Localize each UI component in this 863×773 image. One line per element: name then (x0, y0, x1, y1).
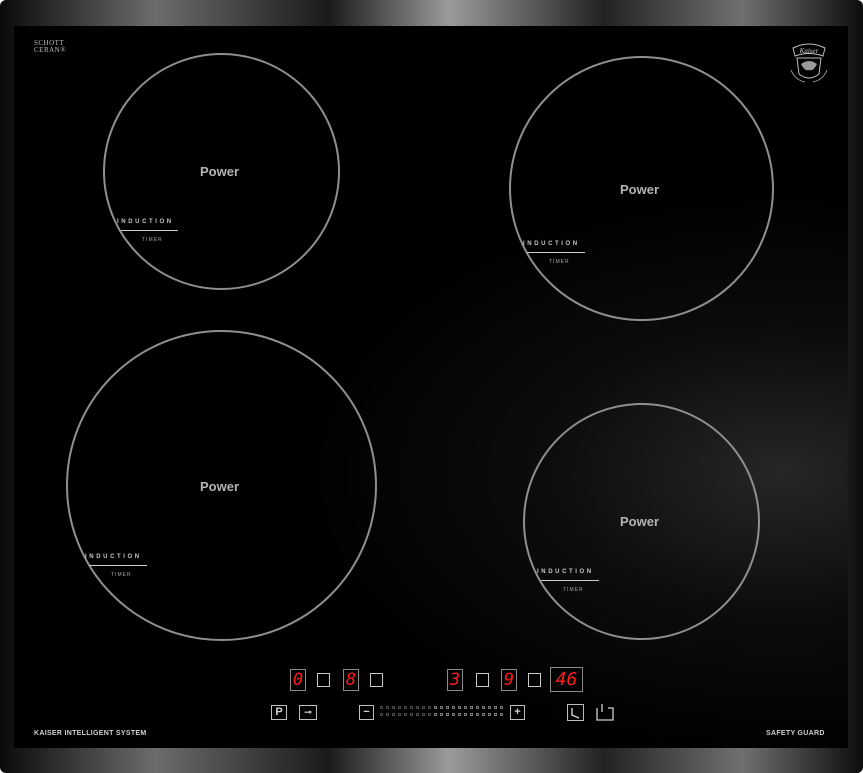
zone4-select-button[interactable] (528, 673, 541, 687)
clock-icon (571, 708, 580, 719)
zone-induction-label: INDUCTION (85, 554, 142, 560)
induction-hob: SCHOTT CERAN® Kaiser Power INDUCTION TIM… (0, 0, 863, 773)
zone3-select-button[interactable] (476, 673, 489, 687)
slider-dot (410, 706, 413, 709)
slider-dot (392, 706, 395, 709)
glass-brand-line2: CERAN® (34, 46, 67, 54)
slider-dot (446, 713, 449, 716)
slider-dot (434, 706, 437, 709)
slider-dot (500, 706, 503, 709)
slider-dot (434, 713, 437, 716)
slider-dot (416, 706, 419, 709)
zone-timer-label: TIMER (142, 237, 163, 243)
zone-timer-label: TIMER (549, 259, 570, 265)
slider-dot (386, 706, 389, 709)
slider-dot (494, 713, 497, 716)
pause-button[interactable]: P (271, 705, 287, 720)
slider-dot (398, 706, 401, 709)
zone-power-label: Power (200, 479, 240, 494)
slider-dot (494, 706, 497, 709)
zone-timer-divider (527, 252, 585, 253)
zone-timer-label: TIMER (111, 572, 132, 578)
slider-dot (422, 713, 425, 716)
footer-left-brand: KAISER INTELLIGENT SYSTEM (34, 730, 147, 737)
timer-display: 46 (550, 667, 583, 692)
power-icon (596, 704, 614, 721)
kaiser-crest-logo: Kaiser (790, 43, 828, 83)
slider-dot (416, 713, 419, 716)
slider-dot (476, 706, 479, 709)
slider-dot (440, 713, 443, 716)
slider-dot (428, 713, 431, 716)
zone2-power-display: 8 (343, 669, 359, 691)
slider-dot (470, 706, 473, 709)
timer-button[interactable] (567, 704, 584, 721)
slider-dot (464, 706, 467, 709)
slider-dot (404, 713, 407, 716)
slider-dot (470, 713, 473, 716)
zone1-select-button[interactable] (317, 673, 330, 687)
slider-dot (404, 706, 407, 709)
slider-dot (380, 706, 383, 709)
slider-dot (380, 713, 383, 716)
slider-dot (482, 713, 485, 716)
slider-dot (500, 713, 503, 716)
slider-dot (440, 706, 443, 709)
zone-power-label: Power (620, 514, 660, 529)
minus-button[interactable]: − (359, 705, 374, 720)
slider-dot (392, 713, 395, 716)
zone-power-label: Power (200, 164, 240, 179)
slider-dot (452, 706, 455, 709)
plus-button[interactable]: + (510, 705, 525, 720)
slider-dot (464, 713, 467, 716)
slider-dot (452, 713, 455, 716)
zone-induction-label: INDUCTION (537, 569, 594, 575)
power-button[interactable] (596, 703, 614, 721)
footer-right-brand: SAFETY GUARD (766, 730, 825, 737)
slider-dot (476, 713, 479, 716)
zone1-power-display: 0 (290, 669, 306, 691)
glass-brand: SCHOTT CERAN® (34, 40, 66, 54)
zone2-select-button[interactable] (370, 673, 383, 687)
zone4-power-display: 9 (501, 669, 517, 691)
power-level-slider[interactable] (380, 704, 508, 718)
slider-dot (422, 706, 425, 709)
zone-timer-divider (89, 565, 147, 566)
slider-dot (458, 706, 461, 709)
lock-button[interactable]: ⊸ (299, 705, 317, 720)
slider-dot (446, 706, 449, 709)
slider-dot (488, 706, 491, 709)
zone-timer-divider (541, 580, 599, 581)
zone-timer-divider (121, 230, 178, 231)
slider-dot (482, 706, 485, 709)
zone-induction-label: INDUCTION (523, 241, 580, 247)
slider-dot (428, 706, 431, 709)
zone-timer-label: TIMER (563, 587, 584, 593)
zone-power-label: Power (620, 182, 660, 197)
slider-dot (488, 713, 491, 716)
slider-dot (398, 713, 401, 716)
slider-dot (386, 713, 389, 716)
zone-induction-label: INDUCTION (117, 219, 174, 225)
slider-dot (458, 713, 461, 716)
slider-dot (410, 713, 413, 716)
svg-text:Kaiser: Kaiser (799, 47, 819, 55)
zone3-power-display: 3 (447, 669, 463, 691)
